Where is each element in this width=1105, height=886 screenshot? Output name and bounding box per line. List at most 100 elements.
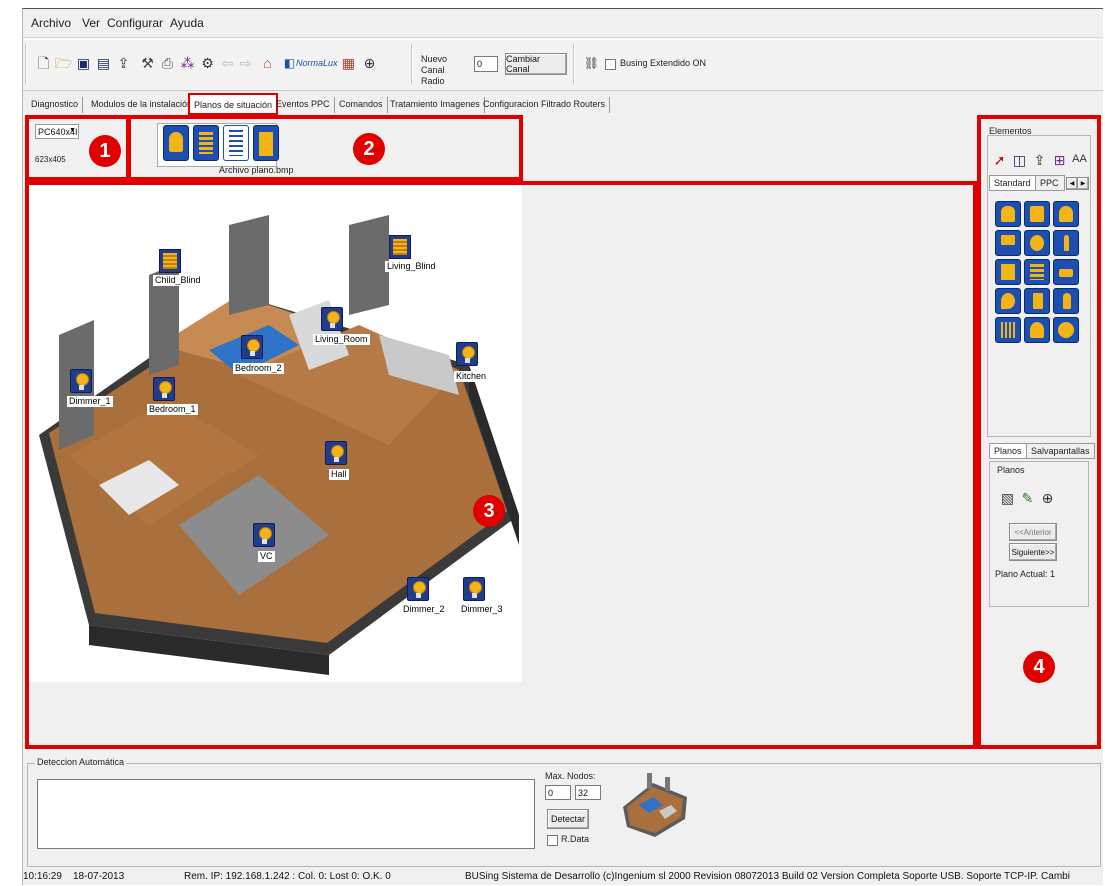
sensor-element-icon[interactable] bbox=[1053, 288, 1079, 314]
device-label: Child_Blind bbox=[153, 275, 203, 286]
menu-ayuda[interactable]: Ayuda bbox=[170, 16, 204, 30]
settings-icon[interactable]: ⚙ bbox=[199, 54, 216, 71]
module-icon[interactable]: ▦ bbox=[340, 54, 357, 71]
file-name: Archivo plano.bmp bbox=[219, 165, 294, 175]
save-as-icon[interactable]: ▤ bbox=[95, 54, 112, 71]
device-bedroom-2[interactable] bbox=[241, 335, 263, 359]
new-file-icon[interactable]: 🗋 bbox=[35, 54, 52, 71]
radiator-element-icon[interactable] bbox=[995, 317, 1021, 343]
anterior-button[interactable]: <<Anterior bbox=[1009, 523, 1057, 541]
blind-element-icon[interactable] bbox=[1024, 259, 1050, 285]
status-date: 18-07-2013 bbox=[73, 871, 125, 882]
tab-ppc[interactable]: PPC bbox=[1035, 175, 1065, 191]
blind-palette-icon[interactable] bbox=[193, 125, 219, 161]
status-info: BUSing Sistema de Desarrollo (c)Ingenium… bbox=[465, 871, 1070, 882]
rdata-checkbox[interactable] bbox=[547, 835, 558, 846]
max-nodos-field[interactable]: 32 bbox=[575, 785, 601, 800]
badge-1: 1 bbox=[89, 135, 121, 167]
main-window: Archivo Ver Configurar Ayuda 🗋 🗁 ▣ ▤ ⇪ ⚒… bbox=[22, 8, 1103, 885]
rdata-label: R.Data bbox=[561, 834, 590, 844]
tab-comandos[interactable]: Comandos bbox=[335, 97, 388, 113]
tab-standard[interactable]: Standard bbox=[989, 175, 1036, 191]
bulb-element-icon[interactable] bbox=[995, 201, 1021, 227]
zoom-icon[interactable]: ⊕ bbox=[361, 54, 378, 71]
fan-element-icon[interactable] bbox=[1024, 230, 1050, 256]
planos-group-title: Planos bbox=[995, 465, 1027, 476]
device-dimmer-2[interactable] bbox=[407, 577, 429, 601]
tools-icon[interactable]: ⚒ bbox=[139, 54, 156, 71]
device-vc[interactable] bbox=[253, 523, 275, 547]
device-bedroom-1[interactable] bbox=[153, 377, 175, 401]
tab-bar: Diagnostico Modulos de la instalación Pl… bbox=[23, 93, 1103, 115]
chevron-down-icon[interactable]: ▼ bbox=[69, 127, 76, 134]
print-icon[interactable]: ⎙ bbox=[159, 54, 176, 71]
bulb-palette-icon[interactable] bbox=[163, 125, 189, 161]
edit-plan-icon[interactable]: ✎ bbox=[1019, 489, 1036, 506]
bus-icon[interactable]: ⛓ bbox=[583, 54, 600, 71]
deteccion-log[interactable] bbox=[37, 779, 535, 849]
plant-element-icon[interactable] bbox=[1024, 317, 1050, 343]
tab-eventos-ppc[interactable]: Eventos PPC bbox=[272, 97, 335, 113]
water-element-icon[interactable] bbox=[995, 288, 1021, 314]
device-dimmer-1[interactable] bbox=[70, 369, 92, 393]
person-element-icon[interactable] bbox=[1053, 201, 1079, 227]
save-icon[interactable]: ▣ bbox=[75, 54, 92, 71]
normalux-label[interactable]: NormaLux bbox=[296, 58, 338, 69]
font-size-icon[interactable]: AA bbox=[1071, 151, 1088, 168]
device-living-blind[interactable] bbox=[389, 235, 411, 259]
open-folder-icon[interactable]: 🗁 bbox=[55, 54, 72, 71]
tab-scroll-right-icon[interactable]: ▶ bbox=[1077, 177, 1089, 190]
shape-element-icon[interactable] bbox=[1053, 317, 1079, 343]
busing-extendido-checkbox[interactable] bbox=[605, 59, 616, 70]
tab-tratamiento[interactable]: Tratamiento Imagenes bbox=[386, 97, 485, 113]
tab-modulos[interactable]: Modulos de la instalación bbox=[87, 97, 198, 113]
tab-diagnostico[interactable]: Diagnostico bbox=[27, 97, 84, 113]
device-label: Kitchen bbox=[454, 371, 489, 382]
siguiente-button[interactable]: Siguiente>> bbox=[1009, 543, 1057, 561]
status-bar: 10:16:29 18-07-2013 Rem. IP: 192.168.1.2… bbox=[23, 869, 1103, 885]
thermometer-element-icon[interactable] bbox=[1053, 230, 1079, 256]
menu-ver[interactable]: Ver bbox=[82, 16, 100, 30]
tab-salvapantallas[interactable]: Salvapantallas bbox=[1026, 443, 1095, 459]
image-icon[interactable]: ▧ bbox=[999, 489, 1016, 506]
canal-field[interactable]: 0 bbox=[474, 56, 498, 72]
valve-element-icon[interactable] bbox=[1024, 288, 1050, 314]
zoom-icon[interactable]: ⊕ bbox=[1039, 489, 1056, 506]
device-hall[interactable] bbox=[325, 441, 347, 465]
floor-plan-image[interactable] bbox=[29, 185, 522, 682]
menu-configurar[interactable]: Configurar bbox=[107, 16, 163, 30]
menu-bar: Archivo Ver Configurar Ayuda bbox=[23, 9, 1103, 38]
max-nodos-label: Max. Nodos: bbox=[545, 771, 596, 781]
pointer-icon[interactable]: ➚ bbox=[991, 151, 1008, 168]
tab-planos[interactable]: Planos de situación bbox=[188, 93, 279, 115]
house-icon[interactable]: ⌂ bbox=[259, 54, 276, 71]
device-dimmer-3[interactable] bbox=[463, 577, 485, 601]
device-label: Dimmer_1 bbox=[67, 396, 113, 407]
tab-planos-sub[interactable]: Planos bbox=[989, 443, 1027, 459]
panel-element-icon[interactable] bbox=[995, 259, 1021, 285]
upload-icon[interactable]: ⇪ bbox=[115, 54, 132, 71]
dimmer-element-icon[interactable] bbox=[1024, 201, 1050, 227]
device-kitchen[interactable] bbox=[456, 342, 478, 366]
switch-element-icon[interactable] bbox=[1053, 259, 1079, 285]
device-living-room[interactable] bbox=[321, 307, 343, 331]
badge-3: 3 bbox=[473, 495, 505, 527]
upload-icon[interactable]: ⇪ bbox=[1031, 151, 1048, 168]
arrow-right-icon[interactable]: ⇨ bbox=[237, 54, 254, 71]
door-palette-icon[interactable] bbox=[253, 125, 279, 161]
screen-element-icon[interactable] bbox=[995, 230, 1021, 256]
device-label: VC bbox=[258, 551, 275, 562]
arrow-left-icon[interactable]: ⇦ bbox=[219, 54, 236, 71]
cambiar-canal-button[interactable]: Cambiar Canal bbox=[505, 53, 567, 75]
network-icon[interactable]: ⁂ bbox=[179, 54, 196, 71]
device-child-blind[interactable] bbox=[159, 249, 181, 273]
device-label: Hall bbox=[329, 469, 349, 480]
badge-2: 2 bbox=[353, 133, 385, 165]
min-nodos-field[interactable]: 0 bbox=[545, 785, 571, 800]
menu-archivo[interactable]: Archivo bbox=[31, 16, 71, 30]
detectar-button[interactable]: Detectar bbox=[547, 809, 589, 829]
tab-filtrado-routers[interactable]: Configuracion Filtrado Routers bbox=[479, 97, 611, 113]
grid-icon[interactable]: ⊞ bbox=[1051, 151, 1068, 168]
frame-icon[interactable]: ◫ bbox=[1011, 151, 1028, 168]
shutter-palette-icon[interactable] bbox=[223, 125, 249, 161]
